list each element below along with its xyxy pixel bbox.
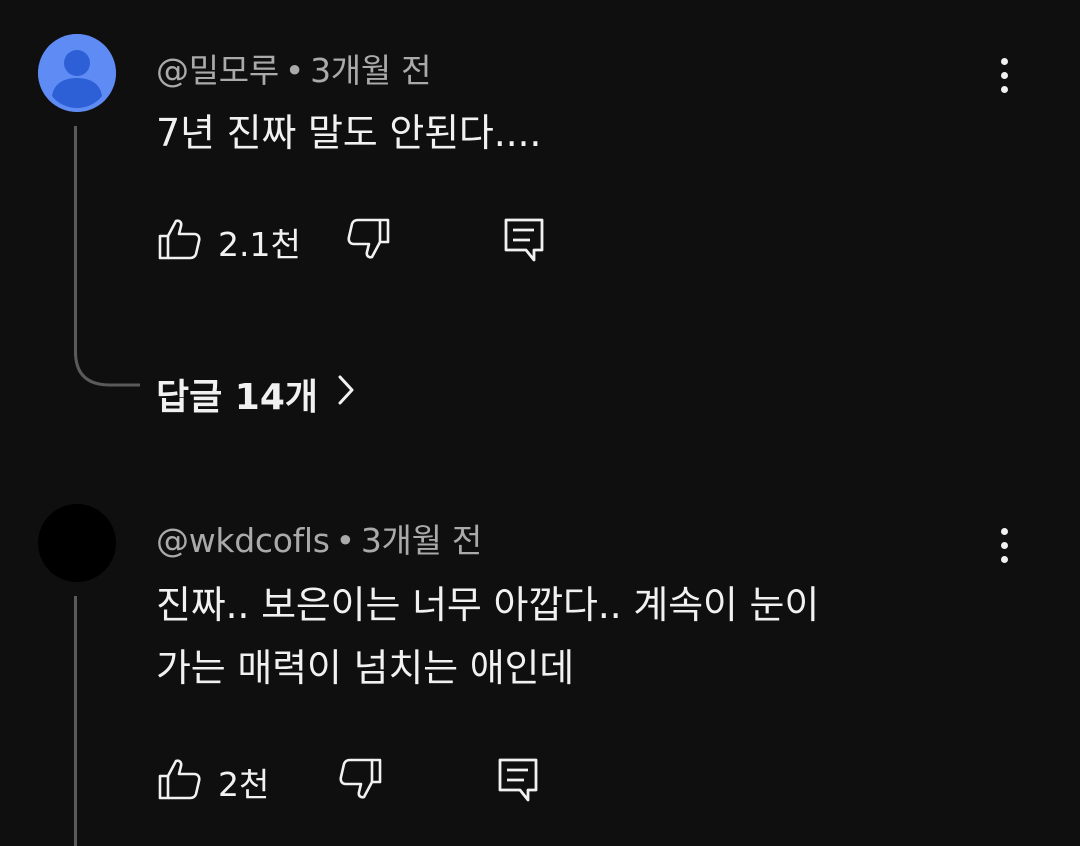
more-dot (1000, 555, 1008, 563)
thread-line (74, 126, 77, 356)
thumbs-up-icon (158, 219, 201, 260)
avatar[interactable] (38, 504, 116, 582)
more-vertical-icon (1000, 527, 1008, 535)
like-count: 2.1천 (218, 225, 301, 264)
more-options-button[interactable] (984, 50, 1024, 100)
comment-actions: 2천 (156, 754, 596, 804)
replies-label: 답글 14개 (156, 377, 318, 418)
comment-text: 진짜.. 보은이는 너무 아깝다.. 계속이 눈이 가는 매력이 넘치는 애인데 (156, 583, 820, 690)
comment-actions: 2.1천 (156, 214, 596, 264)
meta-separator: • (335, 521, 355, 560)
thread-curve (74, 340, 140, 387)
default-person-icon (38, 34, 116, 112)
more-options-button[interactable] (984, 520, 1024, 570)
comment-meta: @wkdcofls • 3개월 전 (156, 514, 482, 562)
comment-meta: @밀모루 • 3개월 전 (156, 44, 431, 92)
dislike-button[interactable] (334, 754, 384, 804)
thumbs-down-icon (339, 758, 382, 799)
more-vertical-icon (1000, 57, 1008, 65)
comment-time: 3개월 전 (360, 521, 482, 560)
more-dot (1000, 541, 1008, 549)
comment-text: 7년 진짜 말도 안된다.... (156, 111, 542, 155)
view-replies-button[interactable]: 답글 14개 (156, 368, 356, 420)
chevron-right-icon (336, 373, 356, 416)
comment-time: 3개월 전 (310, 51, 432, 90)
avatar[interactable] (38, 34, 116, 112)
reply-icon (504, 218, 544, 262)
comment-item: @밀모루 • 3개월 전 7년 진짜 말도 안된다.... 2.1천 답글 14… (0, 0, 1080, 470)
more-dot (1000, 71, 1008, 79)
thumbs-down-icon (347, 218, 390, 259)
more-dot (1000, 85, 1008, 93)
reply-icon (498, 758, 538, 802)
thumbs-up-icon (158, 759, 201, 800)
like-count: 2천 (218, 765, 270, 804)
comment-item: @wkdcofls • 3개월 전 진짜.. 보은이는 너무 아깝다.. 계속이 눈… (0, 470, 1080, 846)
reply-button[interactable] (500, 214, 550, 264)
author-name[interactable]: @밀모루 (156, 51, 279, 90)
meta-separator: • (284, 51, 305, 90)
thread-line (74, 596, 77, 846)
like-button[interactable] (156, 214, 206, 264)
reply-button[interactable] (494, 754, 544, 804)
dislike-button[interactable] (342, 214, 392, 264)
black-avatar (38, 504, 116, 582)
author-name[interactable]: @wkdcofls (156, 521, 330, 560)
like-button[interactable] (156, 754, 206, 804)
